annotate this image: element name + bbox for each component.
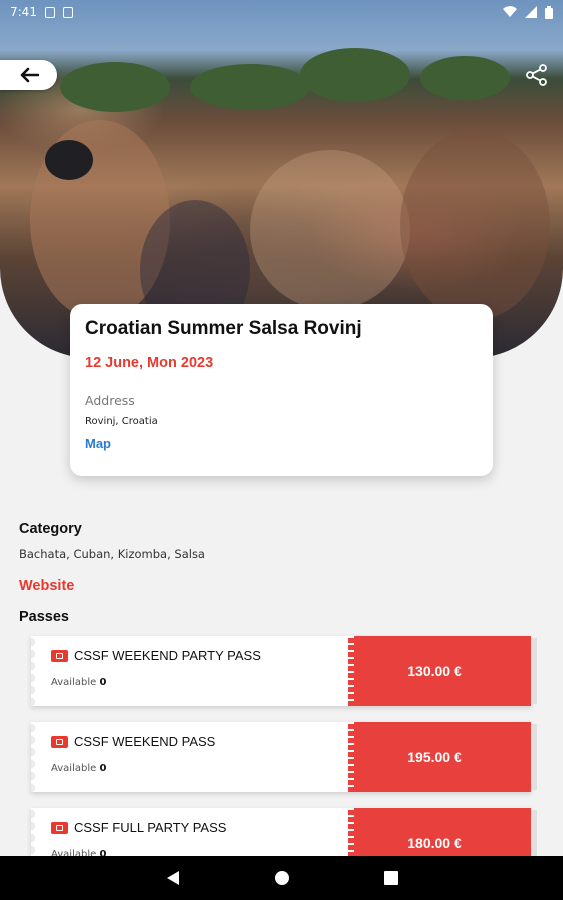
event-details-card: Croatian Summer Salsa Rovinj 12 June, Mo… (70, 304, 493, 476)
sim-icon (62, 6, 73, 18)
pass-price: 130.00 € (407, 663, 462, 679)
pass-name: CSSF WEEKEND PASS (74, 734, 216, 749)
event-date: 12 June, Mon 2023 (85, 355, 214, 371)
signal-icon (525, 6, 537, 18)
passes-heading: Passes (19, 609, 69, 625)
available-label: Available (51, 677, 97, 688)
ticket-icon (51, 649, 68, 662)
pass-ticket[interactable]: CSSF WEEKEND PARTY PASS Available 0 130.… (31, 636, 537, 706)
map-link[interactable]: Map (85, 436, 478, 451)
available-count: 0 (99, 677, 107, 688)
category-heading: Category (19, 521, 82, 537)
ticket-icon (51, 735, 68, 748)
nav-back-icon[interactable] (166, 870, 180, 886)
website-link[interactable]: Website (19, 578, 74, 594)
address-value: Rovinj, Croatia (85, 416, 158, 427)
pass-price-button[interactable]: 130.00 € (348, 636, 537, 706)
share-button[interactable] (524, 62, 550, 88)
availability: Available 0 (51, 677, 328, 688)
pass-ticket[interactable]: CSSF WEEKEND PASS Available 0 195.00 € (31, 722, 537, 792)
available-count: 0 (99, 763, 107, 774)
status-bar: 7:41 (0, 0, 563, 24)
status-time: 7:41 (10, 5, 37, 19)
nav-recents-icon[interactable] (383, 871, 398, 885)
ticket-icon (51, 821, 68, 834)
wifi-icon (503, 6, 517, 18)
category-value: Bachata, Cuban, Kizomba, Salsa (19, 547, 205, 561)
back-button[interactable] (0, 60, 57, 90)
arrow-left-icon (20, 67, 39, 83)
pass-price: 195.00 € (407, 749, 462, 765)
share-icon (526, 64, 547, 86)
pass-price-button[interactable]: 195.00 € (348, 722, 537, 792)
notification-icon (44, 6, 55, 18)
nav-home-icon[interactable] (274, 870, 290, 886)
system-navigation-bar (0, 856, 563, 900)
pass-info: CSSF WEEKEND PASS Available 0 (31, 722, 348, 792)
pass-name: CSSF FULL PARTY PASS (74, 820, 227, 835)
battery-icon (545, 5, 553, 19)
pass-name: CSSF WEEKEND PARTY PASS (74, 648, 261, 663)
pass-info: CSSF WEEKEND PARTY PASS Available 0 (31, 636, 348, 706)
event-title: Croatian Summer Salsa Rovinj (85, 318, 362, 339)
pass-price: 180.00 € (407, 835, 462, 851)
address-label: Address (85, 393, 135, 408)
availability: Available 0 (51, 763, 328, 774)
available-label: Available (51, 763, 97, 774)
